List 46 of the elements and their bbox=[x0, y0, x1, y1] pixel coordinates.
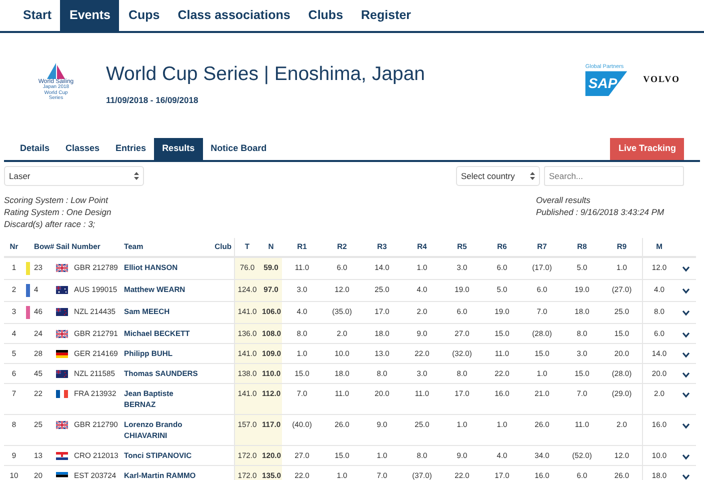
tab[interactable]: Results bbox=[154, 138, 203, 160]
flag-icon bbox=[56, 286, 68, 294]
chevron-down-icon[interactable] bbox=[682, 332, 690, 338]
nav-link-item[interactable]: Start bbox=[14, 0, 60, 31]
class-select[interactable]: Laser bbox=[4, 166, 144, 186]
chevron-down-icon[interactable] bbox=[682, 392, 690, 398]
flag-icon bbox=[56, 390, 68, 398]
nav-link-item[interactable]: Events bbox=[60, 0, 120, 31]
chevron-down-icon[interactable] bbox=[682, 266, 690, 272]
sort-arrows-icon bbox=[134, 172, 139, 180]
tab[interactable]: Classes bbox=[58, 138, 108, 160]
volvo-logo: VOLVO bbox=[643, 72, 680, 86]
nav-link-item[interactable]: Class associations bbox=[168, 0, 300, 31]
info-line: Scoring System : Low Point bbox=[4, 194, 110, 206]
chevron-down-icon[interactable] bbox=[682, 423, 690, 429]
flag-icon bbox=[56, 308, 68, 316]
results-title: Overall results bbox=[536, 194, 592, 206]
flag-icon bbox=[56, 452, 68, 460]
flag-icon bbox=[56, 472, 68, 480]
chevron-down-icon[interactable] bbox=[682, 454, 690, 460]
tab[interactable]: Notice Board bbox=[202, 138, 275, 160]
chevron-down-icon[interactable] bbox=[682, 288, 690, 294]
chevron-down-icon[interactable] bbox=[682, 352, 690, 358]
nav-link-item[interactable]: Clubs bbox=[299, 0, 352, 31]
chevron-down-icon[interactable] bbox=[682, 310, 690, 316]
flag-icon bbox=[56, 421, 68, 429]
flag-icon bbox=[56, 350, 68, 358]
tab[interactable]: Entries bbox=[108, 138, 154, 160]
flag-icon bbox=[56, 330, 68, 338]
event-dates: 11/09/2018 - 16/09/2018 bbox=[106, 94, 200, 108]
chevron-down-icon[interactable] bbox=[682, 474, 690, 480]
flag-icon bbox=[56, 264, 68, 272]
published-date: Published : 9/16/2018 3:43:24 PM bbox=[536, 206, 666, 218]
info-line: Rating System : One Design bbox=[4, 206, 112, 218]
live-tracking-button[interactable]: Live Tracking bbox=[610, 138, 684, 160]
chevron-down-icon[interactable] bbox=[682, 372, 690, 378]
sort-arrows-icon bbox=[530, 172, 535, 180]
nav-link-item[interactable]: Register bbox=[352, 0, 420, 31]
info-line: Discard(s) after race : 3; bbox=[4, 218, 96, 230]
event-title: World Cup Series | Enoshima, Japan bbox=[106, 63, 426, 86]
sap-logo: SAP bbox=[585, 71, 628, 96]
country-select[interactable]: Select country bbox=[456, 166, 540, 186]
nav-link-item[interactable]: Cups bbox=[119, 0, 169, 31]
flag-icon bbox=[56, 370, 68, 378]
tab[interactable]: Details bbox=[12, 138, 58, 160]
search-field[interactable]: Search... bbox=[544, 166, 684, 186]
